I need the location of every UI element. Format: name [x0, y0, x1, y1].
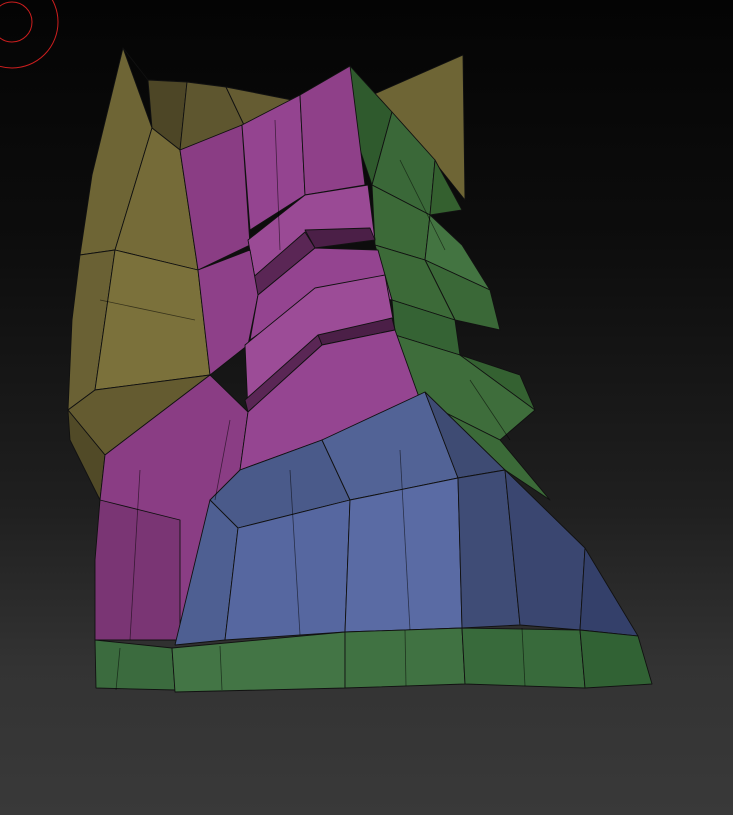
boot-3d-model[interactable]	[0, 0, 733, 815]
brush-circle-cursor-icon	[0, 0, 59, 69]
zbrush-canvas-viewport[interactable]	[0, 0, 733, 815]
